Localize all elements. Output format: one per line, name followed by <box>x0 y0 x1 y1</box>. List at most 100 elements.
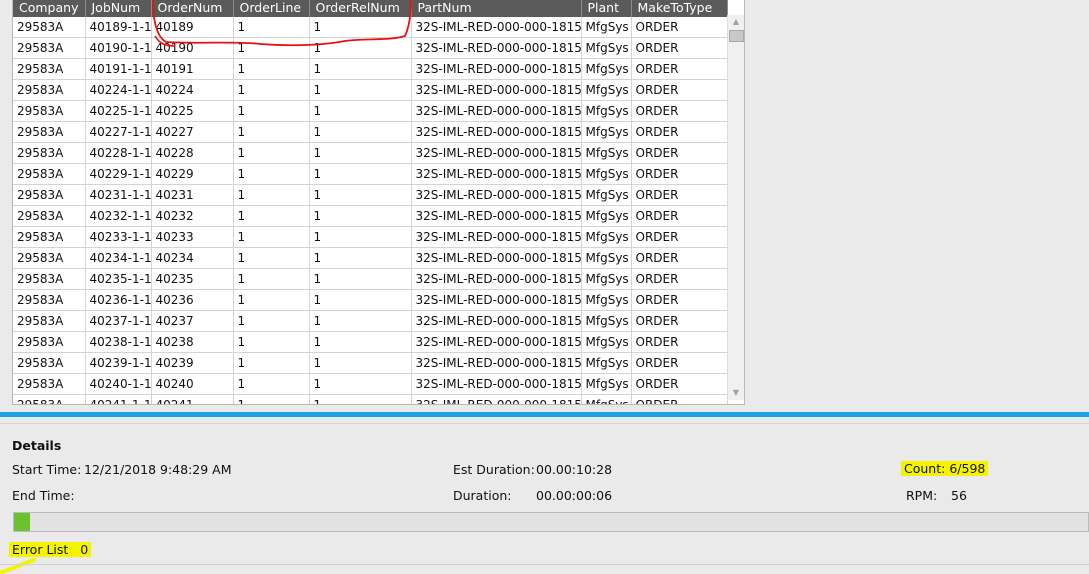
cell-partnum: 32S-IML-RED-000-000-181570 <box>411 205 582 227</box>
scroll-up-icon[interactable]: ▲ <box>728 15 744 29</box>
data-grid[interactable]: Company JobNum OrderNum OrderLine OrderRelNu… <box>12 0 745 405</box>
cell-orderline: 1 <box>233 247 310 269</box>
table-row[interactable]: 29583A 40224-1-1 40224 1 1 32S-IML-RED-000-00… <box>13 79 728 101</box>
cell-plant: MfgSys <box>581 121 632 143</box>
vertical-scrollbar[interactable]: ▲ ▼ <box>727 15 744 400</box>
cell-partnum: 32S-IML-RED-000-000-181570 <box>411 142 582 164</box>
scrollbar-thumb[interactable] <box>729 30 744 42</box>
column-header-jobnum[interactable]: JobNum <box>85 0 152 17</box>
progress-bar <box>13 512 1089 532</box>
column-header-maketotype[interactable]: MakeToType <box>631 0 728 17</box>
cell-company: 29583A <box>13 58 86 80</box>
table-row[interactable]: 29583A 40240-1-1 40240 1 1 32S-IML-RED-000-00… <box>13 373 728 395</box>
panel-splitter[interactable] <box>0 412 1089 417</box>
est-duration-label: Est Duration: <box>453 462 535 477</box>
column-header-partnum[interactable]: PartNum <box>411 0 582 17</box>
cell-plant: MfgSys <box>581 37 632 59</box>
column-header-orderline[interactable]: OrderLine <box>233 0 310 17</box>
cell-jobnum: 40227-1-1 <box>85 121 152 143</box>
cell-plant: MfgSys <box>581 310 632 332</box>
cell-orderrelnum: 1 <box>309 310 412 332</box>
cell-maketotype: ORDER <box>631 226 728 248</box>
column-header-plant[interactable]: Plant <box>581 0 632 17</box>
start-time-label: Start Time: <box>12 462 82 477</box>
cell-orderline: 1 <box>233 289 310 311</box>
cell-orderline: 1 <box>233 310 310 332</box>
cell-ordernum: 40234 <box>151 247 234 269</box>
table-row[interactable]: 29583A 40190-1-1 40190 1 1 32S-IML-RED-000-00… <box>13 37 728 59</box>
cell-ordernum: 40189 <box>151 17 234 38</box>
cell-orderrelnum: 1 <box>309 205 412 227</box>
cell-orderrelnum: 1 <box>309 373 412 395</box>
table-row[interactable]: 29583A 40225-1-1 40225 1 1 32S-IML-RED-000-00… <box>13 100 728 122</box>
cell-maketotype: ORDER <box>631 163 728 185</box>
cell-company: 29583A <box>13 17 86 38</box>
table-row[interactable]: 29583A 40239-1-1 40239 1 1 32S-IML-RED-000-00… <box>13 352 728 374</box>
table-row[interactable]: 29583A 40227-1-1 40227 1 1 32S-IML-RED-000-00… <box>13 121 728 143</box>
cell-orderrelnum: 1 <box>309 121 412 143</box>
rpm-label: RPM: <box>906 488 938 503</box>
table-row[interactable]: 29583A 40233-1-1 40233 1 1 32S-IML-RED-000-00… <box>13 226 728 248</box>
cell-company: 29583A <box>13 184 86 206</box>
cell-plant: MfgSys <box>581 373 632 395</box>
grid-area: Company JobNum OrderNum OrderLine OrderRelNu… <box>0 0 1089 405</box>
scroll-down-icon[interactable]: ▼ <box>728 386 744 400</box>
cell-plant: MfgSys <box>581 289 632 311</box>
cell-orderline: 1 <box>233 37 310 59</box>
cell-maketotype: ORDER <box>631 37 728 59</box>
cell-ordernum: 40237 <box>151 310 234 332</box>
table-row[interactable]: 29583A 40231-1-1 40231 1 1 32S-IML-RED-000-00… <box>13 184 728 206</box>
table-row[interactable]: 29583A 40232-1-1 40232 1 1 32S-IML-RED-000-00… <box>13 205 728 227</box>
start-time-value: 12/21/2018 9:48:29 AM <box>84 462 232 477</box>
details-panel: Details Start Time: 12/21/2018 9:48:29 A… <box>0 423 1089 574</box>
count-badge: Count: 6/598 <box>901 461 989 476</box>
table-row[interactable]: 29583A 40237-1-1 40237 1 1 32S-IML-RED-000-00… <box>13 310 728 332</box>
cell-jobnum: 40234-1-1 <box>85 247 152 269</box>
cell-partnum: 32S-IML-RED-000-000-181570 <box>411 58 582 80</box>
cell-partnum: 32S-IML-RED-000-000-181570 <box>411 310 582 332</box>
cell-orderrelnum: 1 <box>309 289 412 311</box>
cell-orderline: 1 <box>233 100 310 122</box>
cell-plant: MfgSys <box>581 247 632 269</box>
table-row[interactable]: 29583A 40189-1-1 40189 1 1 32S-IML-RED-000-00… <box>13 17 728 38</box>
cell-plant: MfgSys <box>581 352 632 374</box>
cell-maketotype: ORDER <box>631 373 728 395</box>
cell-maketotype: ORDER <box>631 79 728 101</box>
table-row[interactable]: 29583A 40228-1-1 40228 1 1 32S-IML-RED-000-00… <box>13 142 728 164</box>
cell-ordernum: 40227 <box>151 121 234 143</box>
cell-maketotype: ORDER <box>631 100 728 122</box>
count-value: 6/598 <box>949 461 986 476</box>
cell-jobnum: 40235-1-1 <box>85 268 152 290</box>
table-row[interactable]: 29583A 40241-1-1 40241 1 1 32S-IML-RED-000-00… <box>13 394 728 404</box>
cell-jobnum: 40225-1-1 <box>85 100 152 122</box>
cell-jobnum: 40228-1-1 <box>85 142 152 164</box>
cell-jobnum: 40241-1-1 <box>85 394 152 404</box>
column-header-ordernum[interactable]: OrderNum <box>151 0 234 17</box>
column-header-orderrelnum[interactable]: OrderRelNum <box>309 0 412 17</box>
cell-plant: MfgSys <box>581 17 632 38</box>
table-row[interactable]: 29583A 40234-1-1 40234 1 1 32S-IML-RED-000-00… <box>13 247 728 269</box>
rpm-value: 56 <box>951 488 967 503</box>
cell-plant: MfgSys <box>581 142 632 164</box>
cell-company: 29583A <box>13 310 86 332</box>
column-header-company[interactable]: Company <box>13 0 86 17</box>
cell-company: 29583A <box>13 394 86 404</box>
table-row[interactable]: 29583A 40238-1-1 40238 1 1 32S-IML-RED-000-00… <box>13 331 728 353</box>
table-row[interactable]: 29583A 40191-1-1 40191 1 1 32S-IML-RED-000-00… <box>13 58 728 80</box>
cell-maketotype: ORDER <box>631 394 728 404</box>
cell-plant: MfgSys <box>581 184 632 206</box>
table-row[interactable]: 29583A 40229-1-1 40229 1 1 32S-IML-RED-000-00… <box>13 163 728 185</box>
table-row[interactable]: 29583A 40235-1-1 40235 1 1 32S-IML-RED-000-00… <box>13 268 728 290</box>
cell-jobnum: 40231-1-1 <box>85 184 152 206</box>
table-row[interactable]: 29583A 40236-1-1 40236 1 1 32S-IML-RED-000-00… <box>13 289 728 311</box>
cell-maketotype: ORDER <box>631 289 728 311</box>
cell-partnum: 32S-IML-RED-000-000-181570 <box>411 247 582 269</box>
jobs-table[interactable]: Company JobNum OrderNum OrderLine OrderRelNu… <box>13 0 728 404</box>
count-label: Count: <box>904 461 946 476</box>
cell-orderline: 1 <box>233 163 310 185</box>
cell-ordernum: 40190 <box>151 37 234 59</box>
cell-company: 29583A <box>13 121 86 143</box>
cell-plant: MfgSys <box>581 205 632 227</box>
cell-orderrelnum: 1 <box>309 226 412 248</box>
cell-maketotype: ORDER <box>631 331 728 353</box>
